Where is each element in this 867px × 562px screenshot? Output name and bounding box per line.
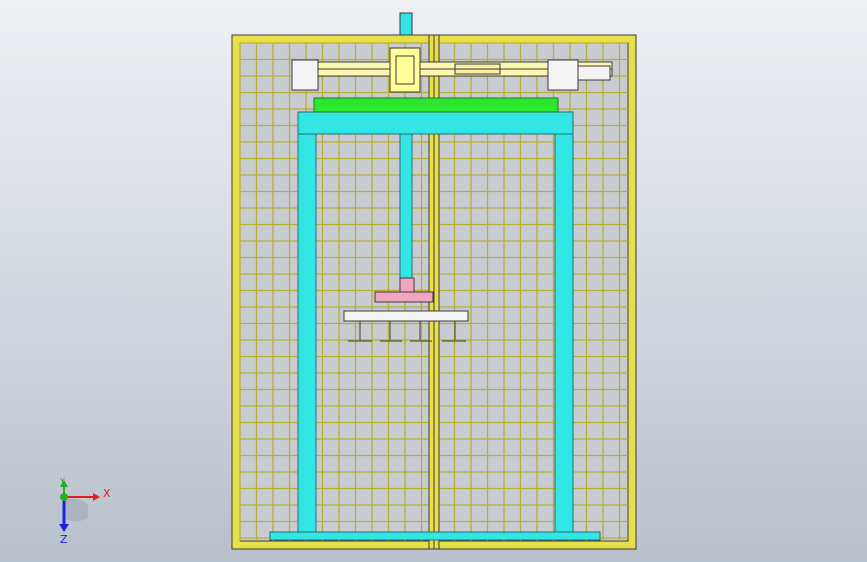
green-crossbeam [313,97,559,113]
cad-model-view[interactable] [0,0,867,562]
x-axis-label: X [103,487,111,500]
rail-carriage [389,47,421,93]
graphics-viewport[interactable]: X Y Z [0,0,867,562]
top-stub [399,12,413,36]
orientation-triad: X Y Z [40,477,120,548]
z-axis-label: Z [60,533,68,546]
y-axis-label: Y [60,477,65,486]
